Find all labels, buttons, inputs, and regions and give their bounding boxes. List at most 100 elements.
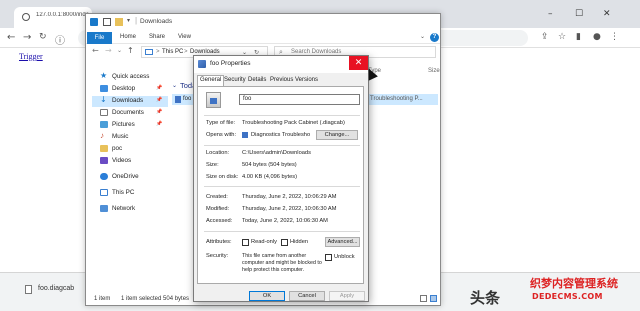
cancel-button[interactable]: Cancel <box>289 291 325 301</box>
quick-access-dropdown-icon[interactable]: ▾ <box>127 17 130 24</box>
diagcab-file-icon <box>175 96 181 103</box>
file-name: foo <box>183 96 192 102</box>
details-view-icon[interactable] <box>420 295 427 302</box>
nav-item-quick-access[interactable]: ★ Quick access <box>92 71 168 83</box>
change-button[interactable]: Change... <box>316 130 358 140</box>
nav-item-network[interactable]: Network <box>92 204 168 215</box>
advanced-button[interactable]: Advanced... <box>325 237 360 247</box>
file-type: Troubleshooting P... <box>370 96 423 102</box>
ribbon: File Home Share View ⌄ ? <box>86 31 440 44</box>
size-on-disk-value: 4.00 KB (4,096 bytes) <box>242 174 298 180</box>
maximize-icon[interactable]: ☐ <box>575 9 583 19</box>
ribbon-expand-icon[interactable]: ⌄ <box>420 33 425 40</box>
recent-locations-icon[interactable]: ⌄ <box>117 47 122 54</box>
dialog-close-button[interactable]: ✕ <box>349 56 368 70</box>
explorer-back-icon[interactable]: ← <box>92 46 99 55</box>
menu-icon[interactable]: ⋮ <box>610 32 619 42</box>
file-name-field[interactable]: foo <box>239 94 360 105</box>
this-pc-icon <box>100 189 108 196</box>
nav-item-documents[interactable]: Documents 📌 <box>92 108 168 119</box>
download-item-filename[interactable]: foo.diagcab <box>38 285 74 292</box>
nav-item-music[interactable]: ♪ Music <box>92 131 168 143</box>
diagcab-large-icon <box>206 92 221 108</box>
accessed-value: Today, June 2, 2022, 10:06:30 AM <box>242 218 328 224</box>
unblock-checkbox[interactable] <box>325 254 332 261</box>
large-icons-view-icon[interactable] <box>430 295 437 302</box>
browser-tab[interactable]: 127.0.0.1:8000/inde <box>14 7 92 28</box>
ribbon-file-tab[interactable]: File <box>87 32 112 44</box>
reload-icon[interactable]: ↻ <box>39 32 47 42</box>
nav-item-pictures[interactable]: Pictures 📌 <box>92 120 168 131</box>
nav-item-downloads[interactable]: ↓ Downloads 📌 <box>92 95 168 107</box>
this-pc-small-icon <box>145 49 153 55</box>
minimize-icon[interactable]: – <box>548 9 553 19</box>
profile-icon[interactable]: ● <box>593 32 601 42</box>
tab-security[interactable]: Security <box>222 76 248 86</box>
group-collapse-icon[interactable]: ⌄ <box>172 82 177 89</box>
downloads-app-icon <box>90 18 98 26</box>
nav-item-videos[interactable]: Videos <box>92 156 168 167</box>
watermark-cn-text: 织梦内容管理系统 <box>530 277 618 290</box>
ribbon-tab-view[interactable]: View <box>178 34 191 40</box>
address-part-this-pc[interactable]: This PC <box>162 49 183 55</box>
divider <box>204 186 360 187</box>
hidden-label: Hidden <box>290 239 309 245</box>
bookmark-star-icon[interactable]: ☆ <box>558 32 566 42</box>
address-separator: > <box>156 49 160 55</box>
apply-button[interactable]: Apply <box>329 291 365 301</box>
network-icon <box>100 205 108 212</box>
back-icon[interactable]: ← <box>7 32 15 43</box>
ribbon-tab-home[interactable]: Home <box>120 34 136 40</box>
tab-previous-versions[interactable]: Previous Versions <box>268 76 320 86</box>
tab-details[interactable]: Details <box>246 76 268 86</box>
nav-label: Downloads <box>112 97 144 104</box>
forward-icon[interactable]: → <box>23 32 31 43</box>
read-only-label: Read-only <box>251 239 277 245</box>
nav-label: Videos <box>112 157 132 164</box>
modified-value: Thursday, June 2, 2022, 10:06:30 AM <box>242 206 337 212</box>
up-folder-icon[interactable]: ↑ <box>127 46 134 55</box>
watermark-url: DEDECMS.COM <box>532 292 603 301</box>
videos-folder-icon <box>100 157 108 164</box>
download-file-icon <box>25 285 32 294</box>
attributes-label: Attributes: <box>206 239 232 245</box>
help-icon[interactable]: ? <box>430 33 439 42</box>
share-icon[interactable]: ⇪ <box>541 32 549 42</box>
properties-quick-icon[interactable] <box>103 18 111 26</box>
downloads-folder-icon: ↓ <box>100 95 107 104</box>
column-header-size[interactable]: Size <box>428 68 440 74</box>
read-only-checkbox[interactable] <box>242 239 249 246</box>
explorer-forward-icon[interactable]: → <box>105 46 112 55</box>
pin-icon: 📌 <box>156 109 163 115</box>
nav-item-this-pc[interactable]: This PC <box>92 188 168 199</box>
properties-dialog: foo Properties ✕ General Security Detail… <box>193 55 369 302</box>
shield-icon[interactable]: ⓘ <box>55 32 65 47</box>
dialog-title: foo Properties <box>210 60 251 67</box>
ok-button[interactable]: OK <box>249 291 285 301</box>
browser-tab-title: 127.0.0.1:8000/inde <box>36 12 90 18</box>
star-icon: ★ <box>100 71 108 80</box>
diagnostics-app-icon <box>242 132 248 138</box>
nav-label: OneDrive <box>112 173 139 180</box>
nav-label: Desktop <box>112 85 136 92</box>
type-label: Type of file: <box>206 120 236 126</box>
close-icon[interactable]: ✕ <box>603 9 611 19</box>
globe-icon <box>22 13 30 21</box>
hidden-checkbox[interactable] <box>281 239 288 246</box>
nav-item-poc[interactable]: poc <box>92 144 168 155</box>
size-value: 504 bytes (504 bytes) <box>242 162 297 168</box>
modified-label: Modified: <box>206 206 230 212</box>
nav-label: This PC <box>112 189 135 196</box>
new-folder-quick-icon[interactable] <box>115 18 123 26</box>
title-separator-icon: | <box>135 16 138 25</box>
trigger-link[interactable]: Trigger <box>19 52 43 61</box>
ribbon-tab-share[interactable]: Share <box>149 34 165 40</box>
nav-item-onedrive[interactable]: OneDrive <box>92 172 168 183</box>
desktop-folder-icon <box>100 85 108 92</box>
divider <box>204 115 360 116</box>
diagcab-title-icon <box>198 60 206 68</box>
nav-item-desktop[interactable]: Desktop 📌 <box>92 84 168 95</box>
general-tab-panel: foo Type of file: Troubleshooting Pack C… <box>197 86 364 284</box>
onedrive-icon <box>100 173 108 180</box>
sidepanel-icon[interactable]: ▮ <box>576 32 581 42</box>
